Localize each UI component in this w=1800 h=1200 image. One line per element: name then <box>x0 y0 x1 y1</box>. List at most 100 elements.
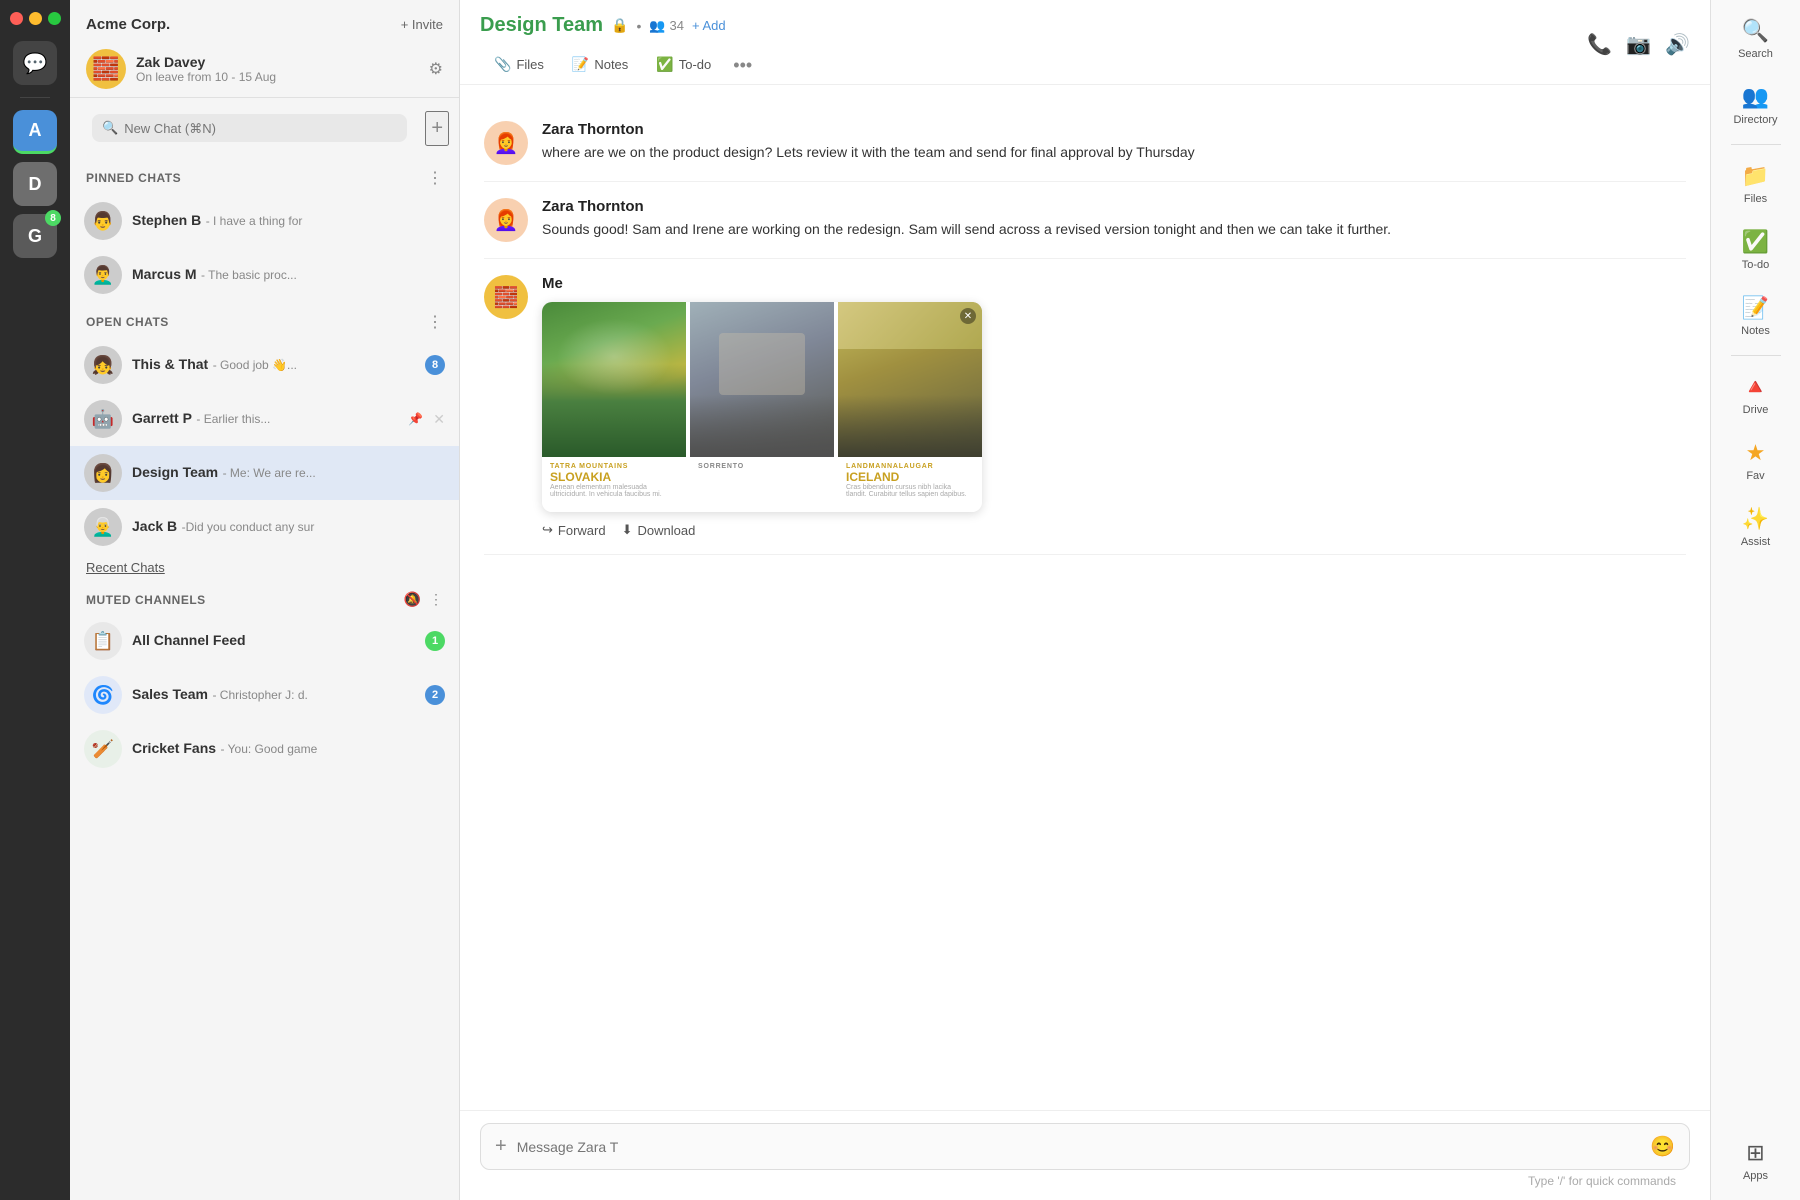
notes-nav-icon: 📝 <box>1742 295 1769 321</box>
avatar-d[interactable]: D <box>13 162 57 206</box>
right-nav-assist[interactable]: ✨ Assist <box>1716 496 1796 558</box>
design-team-preview: - Me: We are re... <box>223 466 316 480</box>
iceland-content: LANDMANNALAUGAR ICELAND Cras bibendum cu… <box>838 457 982 512</box>
close-window-btn[interactable] <box>10 12 23 25</box>
search-bar: 🔍 <box>92 114 407 142</box>
stephen-name: Stephen B <box>132 212 201 228</box>
tab-files[interactable]: 📎 Files <box>480 47 558 84</box>
settings-icon[interactable]: ⚙ <box>429 59 443 79</box>
download-btn[interactable]: ⬇ Download <box>622 522 696 538</box>
me-sender-name: Me <box>542 275 1686 292</box>
pinned-chat-item[interactable]: 👨 Stephen B - I have a thing for <box>70 194 459 248</box>
cricket-fans-icon: 🏏 <box>84 730 122 768</box>
assist-nav-icon: ✨ <box>1742 506 1769 532</box>
right-nav-notes[interactable]: 📝 Notes <box>1716 285 1796 347</box>
drive-nav-label: Drive <box>1743 404 1769 416</box>
close-image-btn[interactable]: ✕ <box>960 308 976 324</box>
marcus-preview: - The basic proc... <box>201 268 297 282</box>
chat-tabs: 📎 Files 📝 Notes ✅ To-do ••• <box>480 47 760 84</box>
close-chat-icon[interactable]: ✕ <box>433 411 445 428</box>
slovakia-desc: Aenean elementum malesuadaultricicidunt.… <box>550 484 678 498</box>
message-input-area: + 😊 Type '/' for quick commands <box>460 1110 1710 1200</box>
video-call-icon[interactable]: 📷 <box>1626 32 1651 57</box>
todo-tab-icon: ✅ <box>656 56 673 73</box>
jack-b-preview: -Did you conduct any sur <box>182 520 315 534</box>
right-nav-todo[interactable]: ✅ To-do <box>1716 219 1796 281</box>
user-profile: 🧱 Zak Davey On leave from 10 - 15 Aug ⚙ <box>70 41 459 98</box>
emoji-btn[interactable]: 😊 <box>1650 1134 1675 1159</box>
right-nav-files[interactable]: 📁 Files <box>1716 153 1796 215</box>
attach-btn[interactable]: + <box>495 1135 507 1158</box>
input-hint: Type '/' for quick commands <box>480 1170 1690 1192</box>
maximize-window-btn[interactable] <box>48 12 61 25</box>
marcus-avatar: 👨‍🦱 <box>84 256 122 294</box>
sales-team-name: Sales Team <box>132 686 208 702</box>
right-nav-search[interactable]: 🔍 Search <box>1716 8 1796 70</box>
search-icon: 🔍 <box>102 120 118 136</box>
badge-count: 8 <box>45 210 61 226</box>
right-nav-fav[interactable]: ★ Fav <box>1716 430 1796 492</box>
message-group-2: 👩‍🦰 Zara Thornton Sounds good! Sam and I… <box>484 182 1686 259</box>
sorrento-content: SORRENTO <box>690 457 834 512</box>
cricket-fans-name: Cricket Fans <box>132 740 216 756</box>
chat-header: Design Team 🔒 • 👥 34 + Add 📎 Files 📝 Not… <box>460 0 1710 85</box>
sales-team-chat[interactable]: 🌀 Sales Team - Christopher J: d. 2 <box>70 668 459 722</box>
right-nav-directory[interactable]: 👥 Directory <box>1716 74 1796 136</box>
members-info: 👥 34 <box>649 18 684 34</box>
pinned-chats-more-icon[interactable]: ⋮ <box>427 168 443 188</box>
design-team-chat[interactable]: 👩 Design Team - Me: We are re... <box>70 446 459 500</box>
forward-btn[interactable]: ↪ Forward <box>542 522 606 538</box>
open-chats-more-icon[interactable]: ⋮ <box>427 312 443 332</box>
files-tab-icon: 📎 <box>494 56 511 73</box>
icon-bar-divider <box>20 97 50 98</box>
minimize-window-btn[interactable] <box>29 12 42 25</box>
message-group-1: 👩‍🦰 Zara Thornton where are we on the pr… <box>484 105 1686 182</box>
zara-avatar-1: 👩‍🦰 <box>484 121 528 165</box>
travel-design-image: TATRA MOUNTAINS SLOVAKIA Aenean elementu… <box>542 302 982 512</box>
all-channel-feed[interactable]: 📋 All Channel Feed 1 <box>70 614 459 668</box>
search-input[interactable] <box>124 121 397 136</box>
this-that-chat[interactable]: 👧 This & That - Good job 👋... 8 <box>70 338 459 392</box>
new-chat-button[interactable]: + <box>425 111 449 146</box>
tab-notes[interactable]: 📝 Notes <box>558 47 642 84</box>
sales-team-preview: - Christopher J: d. <box>212 688 307 702</box>
add-members-btn[interactable]: + Add <box>692 18 726 33</box>
message-actions: ↪ Forward ⬇ Download <box>542 522 1686 538</box>
all-channel-badge: 1 <box>425 631 445 651</box>
speaker-icon[interactable]: 🔊 <box>1665 32 1690 57</box>
right-nav-drive[interactable]: 🔺 Drive <box>1716 364 1796 426</box>
garrett-chat[interactable]: 🤖 Garrett P - Earlier this... 📌 ✕ <box>70 392 459 446</box>
chat-header-right: 📞 📷 🔊 <box>1587 32 1690 67</box>
slovakia-content: TATRA MOUNTAINS SLOVAKIA Aenean elementu… <box>542 457 686 512</box>
avatar-a[interactable]: A <box>13 110 57 154</box>
tab-todo[interactable]: ✅ To-do <box>642 47 725 84</box>
cricket-fans-chat[interactable]: 🏏 Cricket Fans - You: Good game <box>70 722 459 776</box>
member-count: 34 <box>670 18 684 33</box>
sorrento-img <box>690 302 834 457</box>
download-label: Download <box>638 523 696 538</box>
invite-btn[interactable]: + Invite <box>401 17 443 32</box>
phone-call-icon[interactable]: 📞 <box>1587 32 1612 57</box>
garrett-info: Garrett P - Earlier this... <box>132 410 398 428</box>
people-icon: 👥 <box>649 18 665 34</box>
chat-nav-btn[interactable]: 💬 <box>13 41 57 85</box>
design-team-name: Design Team <box>132 464 218 480</box>
iceland-country: ICELAND <box>846 470 974 484</box>
this-that-badge: 8 <box>425 355 445 375</box>
muted-more-icon[interactable]: ⋮ <box>429 591 443 608</box>
tabs-more-btn[interactable]: ••• <box>725 47 760 84</box>
muted-bell-icon[interactable]: 🔕 <box>404 591 421 608</box>
jack-b-chat[interactable]: 👨‍🦳 Jack B -Did you conduct any sur <box>70 500 459 554</box>
icon-bar: 💬 A D G 8 <box>0 0 70 1200</box>
sidebar: Acme Corp. + Invite 🧱 Zak Davey On leave… <box>70 0 460 1200</box>
message-body-3: Me TATRA MOUNTAINS SLOVAKIA Aenea <box>542 275 1686 538</box>
avatar-g[interactable]: G 8 <box>13 214 57 258</box>
all-channel-info: All Channel Feed <box>132 632 415 650</box>
right-nav-divider-2 <box>1731 355 1781 356</box>
message-input[interactable] <box>517 1139 1640 1155</box>
pinned-chat-item-marcus[interactable]: 👨‍🦱 Marcus M - The basic proc... <box>70 248 459 302</box>
forward-icon: ↪ <box>542 522 553 538</box>
design-team-avatar: 👩 <box>84 454 122 492</box>
right-nav-apps[interactable]: ⊞ Apps <box>1716 1130 1796 1192</box>
recent-chats-link[interactable]: Recent Chats <box>70 554 459 581</box>
